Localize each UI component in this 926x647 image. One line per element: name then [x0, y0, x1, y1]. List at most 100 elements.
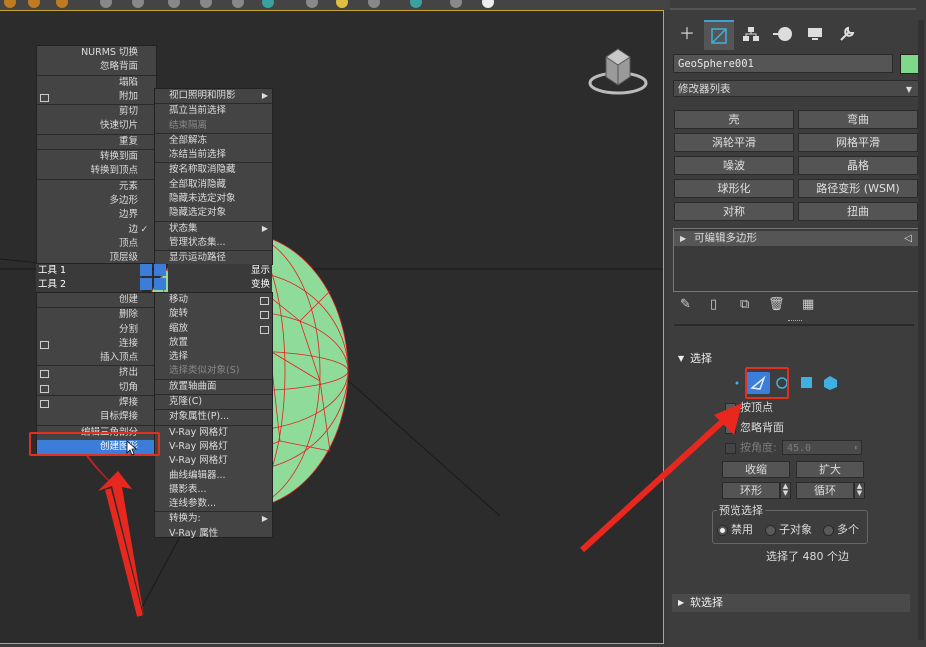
quad-menu-item[interactable]: 选择 — [155, 350, 272, 364]
quad-menu-item[interactable]: 快速切片 — [37, 119, 156, 133]
quad-menu-item[interactable]: V-Ray 网格灯 — [155, 454, 272, 468]
quad-menu-item[interactable]: 元素 — [37, 178, 156, 194]
quad-menu-item[interactable]: 冻结当前选择 — [155, 148, 272, 162]
preview-subobject-radio[interactable]: 子对象 — [765, 523, 812, 537]
visibility-icon[interactable]: ◁ — [904, 231, 912, 246]
modify-tab-icon[interactable] — [704, 20, 734, 50]
settings-box-icon[interactable] — [40, 93, 49, 102]
toolbar-tool-icon[interactable] — [262, 0, 274, 8]
element-level-icon[interactable] — [822, 374, 839, 391]
quad-menu-item[interactable]: 分割 — [37, 323, 156, 337]
preview-multi-radio[interactable]: 多个 — [823, 523, 859, 537]
quad-menu-item[interactable]: 放置轴曲面 — [155, 378, 272, 394]
quad-menu-item[interactable]: 按名称取消隐藏 — [155, 162, 272, 177]
quad-menu-item[interactable]: 全部解冻 — [155, 132, 272, 148]
modifier-button[interactable]: 噪波 — [674, 156, 794, 175]
toolbar-tool-icon[interactable] — [410, 0, 422, 8]
quad-switch-icon[interactable] — [140, 264, 152, 276]
modifier-button[interactable]: 晶格 — [798, 156, 918, 175]
quad-menu-item[interactable]: 切角 — [37, 381, 156, 395]
panel-scrollbar[interactable] — [918, 20, 924, 640]
modifier-button[interactable]: 壳 — [674, 110, 794, 129]
ring-spinner-icon[interactable]: ▲ ▼ — [780, 482, 791, 499]
quad-switch-icon[interactable] — [154, 278, 166, 290]
quad-menu-item[interactable]: 隐藏未选定对象 — [155, 192, 272, 206]
make-unique-icon[interactable]: ⧉ — [740, 297, 749, 312]
modifier-stack[interactable]: ▶ 可编辑多边形 ◁ — [673, 228, 921, 292]
quad-menu-item[interactable]: 隐藏选定对象 — [155, 206, 272, 220]
quad-menu-item[interactable]: 插入顶点 — [37, 351, 156, 365]
quad-menu-item[interactable]: 连线参数... — [155, 497, 272, 511]
settings-box-icon[interactable] — [260, 325, 269, 334]
quad-menu-item[interactable]: 旋转 — [155, 307, 272, 321]
quad-menu-item[interactable]: 状态集 ▶ — [155, 220, 272, 236]
quad-menu-item[interactable]: 边界 — [37, 208, 156, 222]
vertex-level-icon[interactable] — [734, 374, 740, 391]
quad-menu-item[interactable]: 选择类似对象(S) — [155, 364, 272, 378]
quad-switch-icon[interactable] — [140, 278, 152, 290]
quad-menu-item[interactable]: 缩放 — [155, 322, 272, 336]
quad-menu-item[interactable]: 塌陷 — [37, 74, 156, 90]
utilities-tab-icon[interactable] — [832, 20, 862, 48]
quad-menu-item[interactable]: 边 ✓ — [37, 223, 156, 237]
quad-menu-item[interactable]: 挤出 — [37, 365, 156, 380]
show-end-result-icon[interactable]: ▯ — [710, 297, 717, 312]
toolbar-tool-icon[interactable] — [336, 0, 348, 8]
quad-menu-item[interactable]: 转换到面 — [37, 149, 156, 164]
quad-menu-item[interactable]: 克隆(C) — [155, 394, 272, 409]
quad-menu-item[interactable]: 剪切 — [37, 104, 156, 119]
toolbar-tool-icon[interactable] — [28, 0, 40, 8]
quad-menu-item[interactable]: 目标焊接 — [37, 410, 156, 424]
quad-menu-item[interactable]: 转换到顶点 — [37, 164, 156, 178]
quad-switch-icon[interactable] — [154, 264, 166, 276]
viewcube-icon[interactable] — [588, 39, 648, 99]
quad-menu-item[interactable]: V-Ray 网格灯 — [155, 440, 272, 454]
spinner-arrows-icon[interactable]: ⬍ — [854, 441, 858, 456]
quad-menu-item[interactable]: 管理状态集... — [155, 236, 272, 250]
quad-menu-item[interactable]: 曲线编辑器... — [155, 469, 272, 483]
quad-menu-item[interactable]: V-Ray 属性 — [155, 527, 272, 541]
toolbar-tool-icon[interactable] — [368, 0, 380, 8]
soft-selection-rollout-header[interactable]: ▶ 软选择 — [672, 594, 910, 612]
toolbar-tool-icon[interactable] — [306, 0, 318, 8]
quad-menu-item[interactable]: 创建 — [37, 293, 156, 307]
toolbar-tool-icon[interactable] — [4, 0, 16, 8]
toolbar-tool-icon[interactable] — [132, 0, 144, 8]
toolbar-tool-icon[interactable] — [200, 0, 212, 8]
settings-box-icon[interactable] — [260, 297, 269, 305]
remove-modifier-icon[interactable]: 🗑 — [768, 297, 785, 312]
quad-menu-item[interactable]: 删除 — [37, 307, 156, 322]
pin-stack-icon[interactable]: ✎ — [680, 297, 691, 312]
quad-menu-item[interactable]: 连接 — [37, 337, 156, 351]
quad-menu-item[interactable]: 多边形 — [37, 194, 156, 208]
quad-menu-item[interactable]: 摄影表... — [155, 483, 272, 497]
toolbar-tool-icon[interactable] — [232, 0, 244, 8]
quad-menu-item[interactable]: 全部取消隐藏 — [155, 178, 272, 192]
quad-menu-item[interactable]: 焊接 — [37, 395, 156, 410]
angle-spinner[interactable]: 45.0 ⬍ — [782, 440, 862, 455]
toolbar-tool-icon[interactable] — [56, 0, 68, 8]
quad-menu-item[interactable]: 孤立当前选择 — [155, 103, 272, 118]
panel-grip[interactable] — [788, 320, 802, 323]
configure-sets-icon[interactable]: ▦ — [802, 297, 814, 312]
toolbar-tool-icon[interactable] — [450, 0, 462, 8]
object-name-field[interactable]: GeoSphere001 — [673, 54, 893, 73]
settings-box-icon[interactable] — [40, 384, 49, 393]
selection-rollout-header[interactable]: ▼ 选择 — [672, 350, 910, 368]
grow-button[interactable]: 扩大 — [796, 461, 864, 478]
quad-menu-item[interactable]: NURMS 切换 — [37, 46, 156, 60]
quad-menu-item[interactable]: 忽略背面 — [37, 60, 156, 74]
object-color-swatch[interactable] — [900, 54, 920, 74]
modifier-button[interactable]: 网格平滑 — [798, 133, 918, 152]
quad-menu-item[interactable]: 对象属性(P)... — [155, 409, 272, 424]
modifier-button[interactable]: 路径变形 (WSM) — [798, 179, 918, 198]
quad-menu-item[interactable]: 移动 — [155, 293, 272, 307]
toolbar-tool-icon[interactable] — [482, 0, 494, 8]
quad-menu-item[interactable]: 转换为: ▶ — [155, 511, 272, 526]
expand-triangle-icon[interactable]: ▶ — [680, 231, 686, 246]
create-tab-icon[interactable]: ＋ — [672, 20, 702, 48]
quad-menu-item[interactable]: 放置 — [155, 336, 272, 350]
toolbar-tool-icon[interactable] — [100, 0, 112, 8]
settings-box-icon[interactable] — [40, 370, 49, 379]
quad-menu-item[interactable]: 附加 — [37, 90, 156, 104]
